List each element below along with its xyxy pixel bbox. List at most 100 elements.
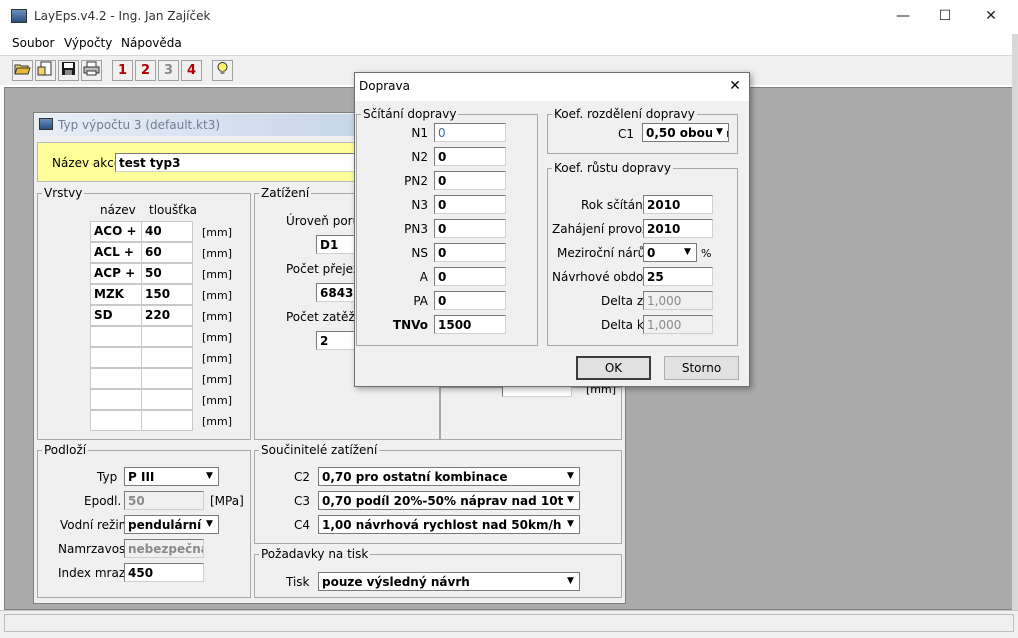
layer-name-cell[interactable] bbox=[90, 410, 142, 431]
traffic-input[interactable]: 1500 bbox=[434, 315, 506, 334]
open-file-icon[interactable] bbox=[35, 60, 56, 81]
layer-name-cell[interactable] bbox=[90, 368, 142, 389]
typ-value: P III bbox=[128, 470, 155, 484]
print-icon[interactable] bbox=[81, 60, 102, 81]
menu-napoveda[interactable]: Nápověda bbox=[121, 36, 182, 50]
chevron-down-icon[interactable]: ▼ bbox=[563, 517, 578, 532]
zatizeni-title: Zatížení bbox=[259, 186, 312, 200]
pocet-zatezovani-input[interactable]: 2 bbox=[316, 331, 356, 350]
index-mrazu-input[interactable]: 450 bbox=[124, 563, 204, 582]
mezirocni-narust-select[interactable]: 0 ▼ bbox=[643, 243, 697, 262]
traffic-input[interactable]: 0 bbox=[434, 219, 506, 238]
close-button[interactable]: ✕ bbox=[968, 0, 1014, 32]
minimize-button[interactable]: — bbox=[880, 0, 926, 32]
navrhove-obdobi-input[interactable]: 25 bbox=[643, 267, 713, 286]
zahajeni-provozu-input[interactable]: 2010 bbox=[643, 219, 713, 238]
typ-select[interactable]: P III ▼ bbox=[124, 467, 219, 486]
vodni-rezim-select[interactable]: pendulární ▼ bbox=[124, 515, 219, 534]
layer-name-cell[interactable] bbox=[90, 347, 142, 368]
index-mrazu-label: Index mrazu bbox=[58, 566, 133, 580]
traffic-input[interactable]: 0 bbox=[434, 147, 506, 166]
rok-scitani-label: Rok sčítání bbox=[581, 198, 647, 212]
delta-z-input[interactable]: 1,000 bbox=[643, 291, 713, 310]
tisk-label: Tisk bbox=[286, 575, 310, 589]
layer-unit: [mm] bbox=[202, 310, 233, 323]
c2-select[interactable]: 0,70 pro ostatní kombinace ▼ bbox=[318, 467, 580, 486]
layer-name-cell[interactable] bbox=[90, 389, 142, 410]
layer-name-cell[interactable] bbox=[90, 326, 142, 347]
chevron-down-icon[interactable]: ▼ bbox=[202, 517, 217, 532]
traffic-input[interactable]: 0 bbox=[434, 171, 506, 190]
traffic-input[interactable]: 0 bbox=[434, 243, 506, 262]
ok-button[interactable]: OK bbox=[576, 356, 651, 380]
c4-label: C4 bbox=[294, 518, 311, 532]
menu-soubor[interactable]: Soubor bbox=[12, 36, 54, 50]
layer-thickness-cell[interactable]: 50 bbox=[141, 263, 193, 284]
background-window-strip bbox=[1012, 34, 1018, 610]
c3-select[interactable]: 0,70 podíl 20%-50% náprav nad 10t ▼ bbox=[318, 491, 580, 510]
epodl-label: Epodl. bbox=[84, 494, 122, 508]
layer-thickness-cell[interactable] bbox=[141, 389, 193, 410]
chevron-down-icon[interactable]: ▼ bbox=[563, 574, 578, 589]
calc-window-title: Typ výpočtu 3 (default.kt3) bbox=[58, 118, 221, 132]
layer-thickness-cell[interactable]: 60 bbox=[141, 242, 193, 263]
traffic-input[interactable]: 0 bbox=[434, 267, 506, 286]
chevron-down-icon[interactable]: ▼ bbox=[563, 469, 578, 484]
delta-k-input[interactable]: 1,000 bbox=[643, 315, 713, 334]
layer-thickness-cell[interactable]: 220 bbox=[141, 305, 193, 326]
dialog-close-icon[interactable]: ✕ bbox=[722, 74, 748, 98]
c4-select[interactable]: 1,00 návrhová rychlost nad 50km/h ▼ bbox=[318, 515, 580, 534]
layer-thickness-cell[interactable] bbox=[141, 368, 193, 389]
layer-unit: [mm] bbox=[202, 289, 233, 302]
calc-1-button[interactable]: 1 bbox=[112, 60, 133, 81]
traffic-input[interactable]: 0 bbox=[434, 291, 506, 310]
calc-2-button[interactable]: 2 bbox=[135, 60, 156, 81]
chevron-down-icon[interactable]: ▼ bbox=[563, 493, 578, 508]
traffic-input[interactable]: 0 bbox=[434, 123, 506, 142]
traffic-label: N2 bbox=[411, 150, 428, 164]
layer-name-cell[interactable]: ACP + bbox=[90, 263, 142, 284]
maximize-button[interactable]: ☐ bbox=[922, 0, 968, 32]
pocet-prejezdu-input[interactable]: 68437 bbox=[316, 283, 356, 302]
chevron-down-icon[interactable]: ▼ bbox=[680, 245, 695, 260]
layer-name-cell[interactable]: ACO + bbox=[90, 221, 142, 242]
calc-3-button[interactable]: 3 bbox=[158, 60, 179, 81]
namrzavost-input[interactable]: nebezpečná bbox=[124, 539, 204, 558]
layer-name-cell[interactable]: ACL + bbox=[90, 242, 142, 263]
rok-scitani-input[interactable]: 2010 bbox=[643, 195, 713, 214]
epodl-input[interactable]: 50 bbox=[124, 491, 204, 510]
koef-rustu-title: Koef. růstu dopravy bbox=[552, 161, 673, 175]
calc-window-icon bbox=[39, 118, 53, 130]
storno-button[interactable]: Storno bbox=[664, 356, 739, 380]
layer-unit: [mm] bbox=[202, 268, 233, 281]
menu-vypocty[interactable]: Výpočty bbox=[64, 36, 112, 50]
save-icon[interactable] bbox=[58, 60, 79, 81]
tisk-value: pouze výsledný návrh bbox=[322, 575, 470, 589]
traffic-label: N1 bbox=[411, 126, 428, 140]
col-tloustka-header: tloušťka bbox=[149, 203, 198, 217]
open-folder-icon[interactable] bbox=[12, 60, 33, 81]
layer-thickness-cell[interactable] bbox=[141, 326, 193, 347]
uroven-poruseni-input[interactable]: D1 bbox=[316, 235, 356, 254]
c2-label: C2 bbox=[294, 470, 311, 484]
layer-thickness-cell[interactable]: 150 bbox=[141, 284, 193, 305]
layer-thickness-cell[interactable] bbox=[141, 410, 193, 431]
doprava-dialog-titlebar[interactable] bbox=[355, 73, 749, 101]
epodl-unit: [MPa] bbox=[210, 494, 244, 508]
calc-4-button[interactable]: 4 bbox=[181, 60, 202, 81]
delta-z-label: Delta z bbox=[601, 294, 644, 308]
traffic-input[interactable]: 0 bbox=[434, 195, 506, 214]
tisk-select[interactable]: pouze výsledný návrh ▼ bbox=[318, 572, 580, 591]
chevron-down-icon[interactable]: ▼ bbox=[202, 469, 217, 484]
layer-name-cell[interactable]: MZK bbox=[90, 284, 142, 305]
traffic-label: PA bbox=[413, 294, 428, 308]
app-icon[interactable] bbox=[11, 9, 27, 23]
layer-name-cell[interactable]: SD bbox=[90, 305, 142, 326]
layer-thickness-cell[interactable] bbox=[141, 347, 193, 368]
lightbulb-icon[interactable] bbox=[212, 60, 233, 81]
layer-thickness-cell[interactable]: 40 bbox=[141, 221, 193, 242]
chevron-down-icon[interactable]: ▼ bbox=[712, 125, 727, 140]
traffic-label: N3 bbox=[411, 198, 428, 212]
c1-select[interactable]: 0,50 obousm ▼ bbox=[642, 123, 729, 142]
nazev-akce-input[interactable]: test typ3 bbox=[115, 153, 355, 172]
